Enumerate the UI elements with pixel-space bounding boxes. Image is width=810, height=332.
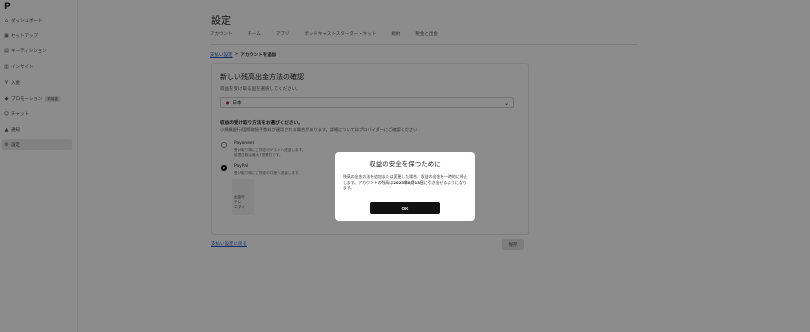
modal-title: 収益の安全を保つために: [369, 160, 441, 168]
modal-body-date: 2025年8月13日: [393, 179, 424, 185]
security-modal: 収益の安全を保つために 残高の出金方法を追加または変更した場合、収益の出金を一時…: [335, 152, 475, 221]
ok-button[interactable]: OK: [370, 202, 440, 214]
modal-body: 残高の出金方法を追加または変更した場合、収益の出金を一時的に停止します。アカウン…: [343, 174, 468, 191]
